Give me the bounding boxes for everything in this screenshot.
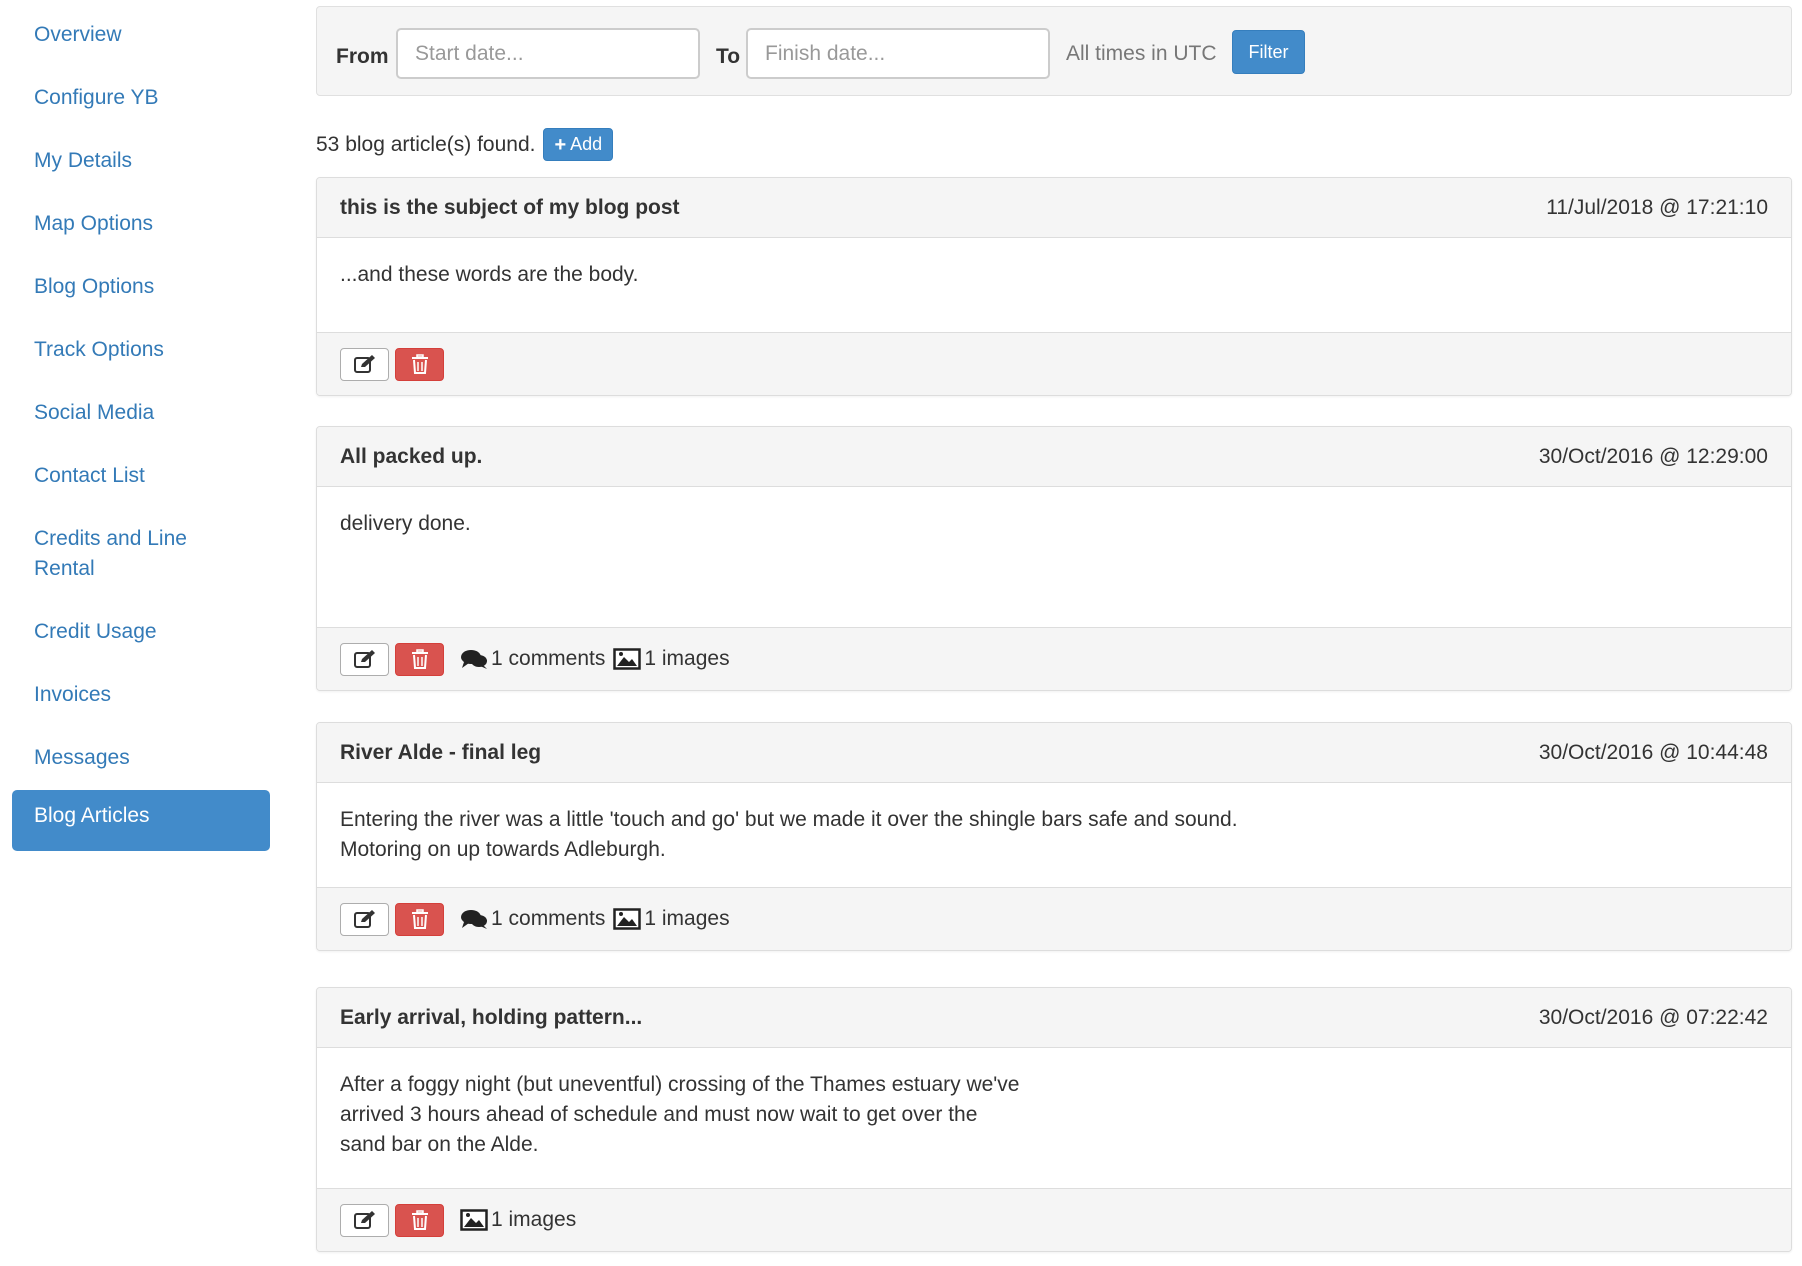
delete-article-button[interactable] bbox=[395, 347, 444, 381]
images-count: 1 images bbox=[644, 647, 730, 670]
comments-link[interactable]: 1 comments bbox=[460, 907, 605, 931]
from-label: From bbox=[336, 45, 389, 68]
edit-article-button[interactable] bbox=[340, 642, 389, 676]
article-title: All packed up. bbox=[340, 444, 483, 468]
article-body: ...and these words are the body. bbox=[340, 263, 639, 286]
images-link[interactable]: 1 images bbox=[613, 907, 730, 931]
sidebar-item-social-media[interactable]: Social Media bbox=[12, 378, 270, 441]
article-panel: All packed up. 30/Oct/2016 @ 12:29:00 de… bbox=[316, 426, 1792, 691]
sidebar-item-configure-yb[interactable]: Configure YB bbox=[12, 63, 270, 126]
sidebar-item-blog-articles[interactable]: Blog Articles bbox=[12, 790, 270, 851]
pencil-square-icon bbox=[353, 355, 375, 373]
to-label: To bbox=[716, 45, 741, 68]
images-count: 1 images bbox=[644, 907, 730, 930]
article-body: Entering the river was a little 'touch a… bbox=[340, 808, 1238, 861]
article-footer bbox=[317, 332, 1791, 395]
images-count: 1 images bbox=[491, 1208, 577, 1231]
delete-article-button[interactable] bbox=[395, 642, 444, 676]
delete-article-button[interactable] bbox=[395, 902, 444, 936]
start-date-input[interactable] bbox=[396, 28, 700, 79]
article-body: After a foggy night (but uneventful) cro… bbox=[340, 1073, 1020, 1156]
article-date: 11/Jul/2018 @ 17:21:10 bbox=[1546, 195, 1768, 219]
sidebar-item-map-options[interactable]: Map Options bbox=[12, 189, 270, 252]
timezone-note: All times in UTC bbox=[1066, 42, 1217, 65]
article-date: 30/Oct/2016 @ 10:44:48 bbox=[1538, 740, 1768, 764]
images-link[interactable]: 1 images bbox=[613, 647, 730, 671]
comments-count: 1 comments bbox=[491, 907, 606, 930]
trash-icon bbox=[411, 909, 428, 929]
edit-article-button[interactable] bbox=[340, 902, 389, 936]
sidebar-item-invoices[interactable]: Invoices bbox=[12, 660, 270, 723]
comments-icon bbox=[461, 910, 487, 929]
picture-icon bbox=[613, 648, 642, 670]
article-footer: 1 comments 1 images bbox=[317, 627, 1791, 690]
results-count: 53 blog article(s) found. bbox=[316, 132, 536, 156]
comments-count: 1 comments bbox=[491, 647, 606, 670]
edit-article-button[interactable] bbox=[340, 1203, 389, 1237]
sidebar-item-credits-line-rental[interactable]: Credits and Line Rental bbox=[12, 504, 270, 597]
finish-date-input[interactable] bbox=[746, 28, 1050, 79]
article-date: 30/Oct/2016 @ 07:22:42 bbox=[1538, 1005, 1768, 1029]
comments-link[interactable]: 1 comments bbox=[460, 647, 605, 671]
sidebar-item-track-options[interactable]: Track Options bbox=[12, 315, 270, 378]
sidebar-item-messages[interactable]: Messages bbox=[12, 723, 270, 786]
article-title: Early arrival, holding pattern... bbox=[340, 1005, 643, 1029]
add-article-button[interactable]: + Add bbox=[543, 128, 614, 161]
filter-button[interactable]: Filter bbox=[1232, 30, 1305, 74]
article-heading: River Alde - final leg 30/Oct/2016 @ 10:… bbox=[317, 723, 1791, 783]
article-panel: Early arrival, holding pattern... 30/Oct… bbox=[316, 987, 1792, 1252]
article-heading: this is the subject of my blog post 11/J… bbox=[317, 178, 1791, 238]
trash-icon bbox=[411, 649, 428, 669]
trash-icon bbox=[411, 1210, 428, 1230]
sidebar-item-blog-options[interactable]: Blog Options bbox=[12, 252, 270, 315]
sidebar-item-my-details[interactable]: My Details bbox=[12, 126, 270, 189]
trash-icon bbox=[411, 354, 428, 374]
add-button-label: Add bbox=[570, 134, 603, 154]
pencil-square-icon bbox=[353, 1211, 375, 1229]
sidebar-nav: Overview Configure YB My Details Map Opt… bbox=[12, 0, 270, 851]
pencil-square-icon bbox=[353, 910, 375, 928]
sidebar-item-contact-list[interactable]: Contact List bbox=[12, 441, 270, 504]
comments-icon bbox=[461, 650, 487, 669]
article-title: this is the subject of my blog post bbox=[340, 195, 680, 219]
picture-icon bbox=[613, 908, 642, 930]
date-filter-bar: From To All times in UTC Filter bbox=[316, 6, 1792, 96]
edit-article-button[interactable] bbox=[340, 347, 389, 381]
results-summary: 53 blog article(s) found. + Add bbox=[316, 128, 614, 161]
sidebar-item-credit-usage[interactable]: Credit Usage bbox=[12, 597, 270, 660]
article-date: 30/Oct/2016 @ 12:29:00 bbox=[1538, 444, 1768, 468]
images-link[interactable]: 1 images bbox=[460, 1208, 576, 1232]
pencil-square-icon bbox=[353, 650, 375, 668]
article-heading: All packed up. 30/Oct/2016 @ 12:29:00 bbox=[317, 427, 1791, 487]
sidebar-item-overview[interactable]: Overview bbox=[12, 0, 270, 63]
article-title: River Alde - final leg bbox=[340, 740, 542, 764]
plus-icon: + bbox=[554, 133, 567, 156]
article-panel: this is the subject of my blog post 11/J… bbox=[316, 177, 1792, 396]
delete-article-button[interactable] bbox=[395, 1203, 444, 1237]
app-layout: Overview Configure YB My Details Map Opt… bbox=[0, 0, 1802, 1266]
picture-icon bbox=[460, 1209, 488, 1231]
article-panel: River Alde - final leg 30/Oct/2016 @ 10:… bbox=[316, 722, 1792, 951]
article-body: delivery done. bbox=[340, 512, 471, 535]
article-heading: Early arrival, holding pattern... 30/Oct… bbox=[317, 988, 1791, 1048]
article-footer: 1 comments 1 images bbox=[317, 887, 1791, 950]
article-footer: 1 images bbox=[317, 1188, 1791, 1251]
